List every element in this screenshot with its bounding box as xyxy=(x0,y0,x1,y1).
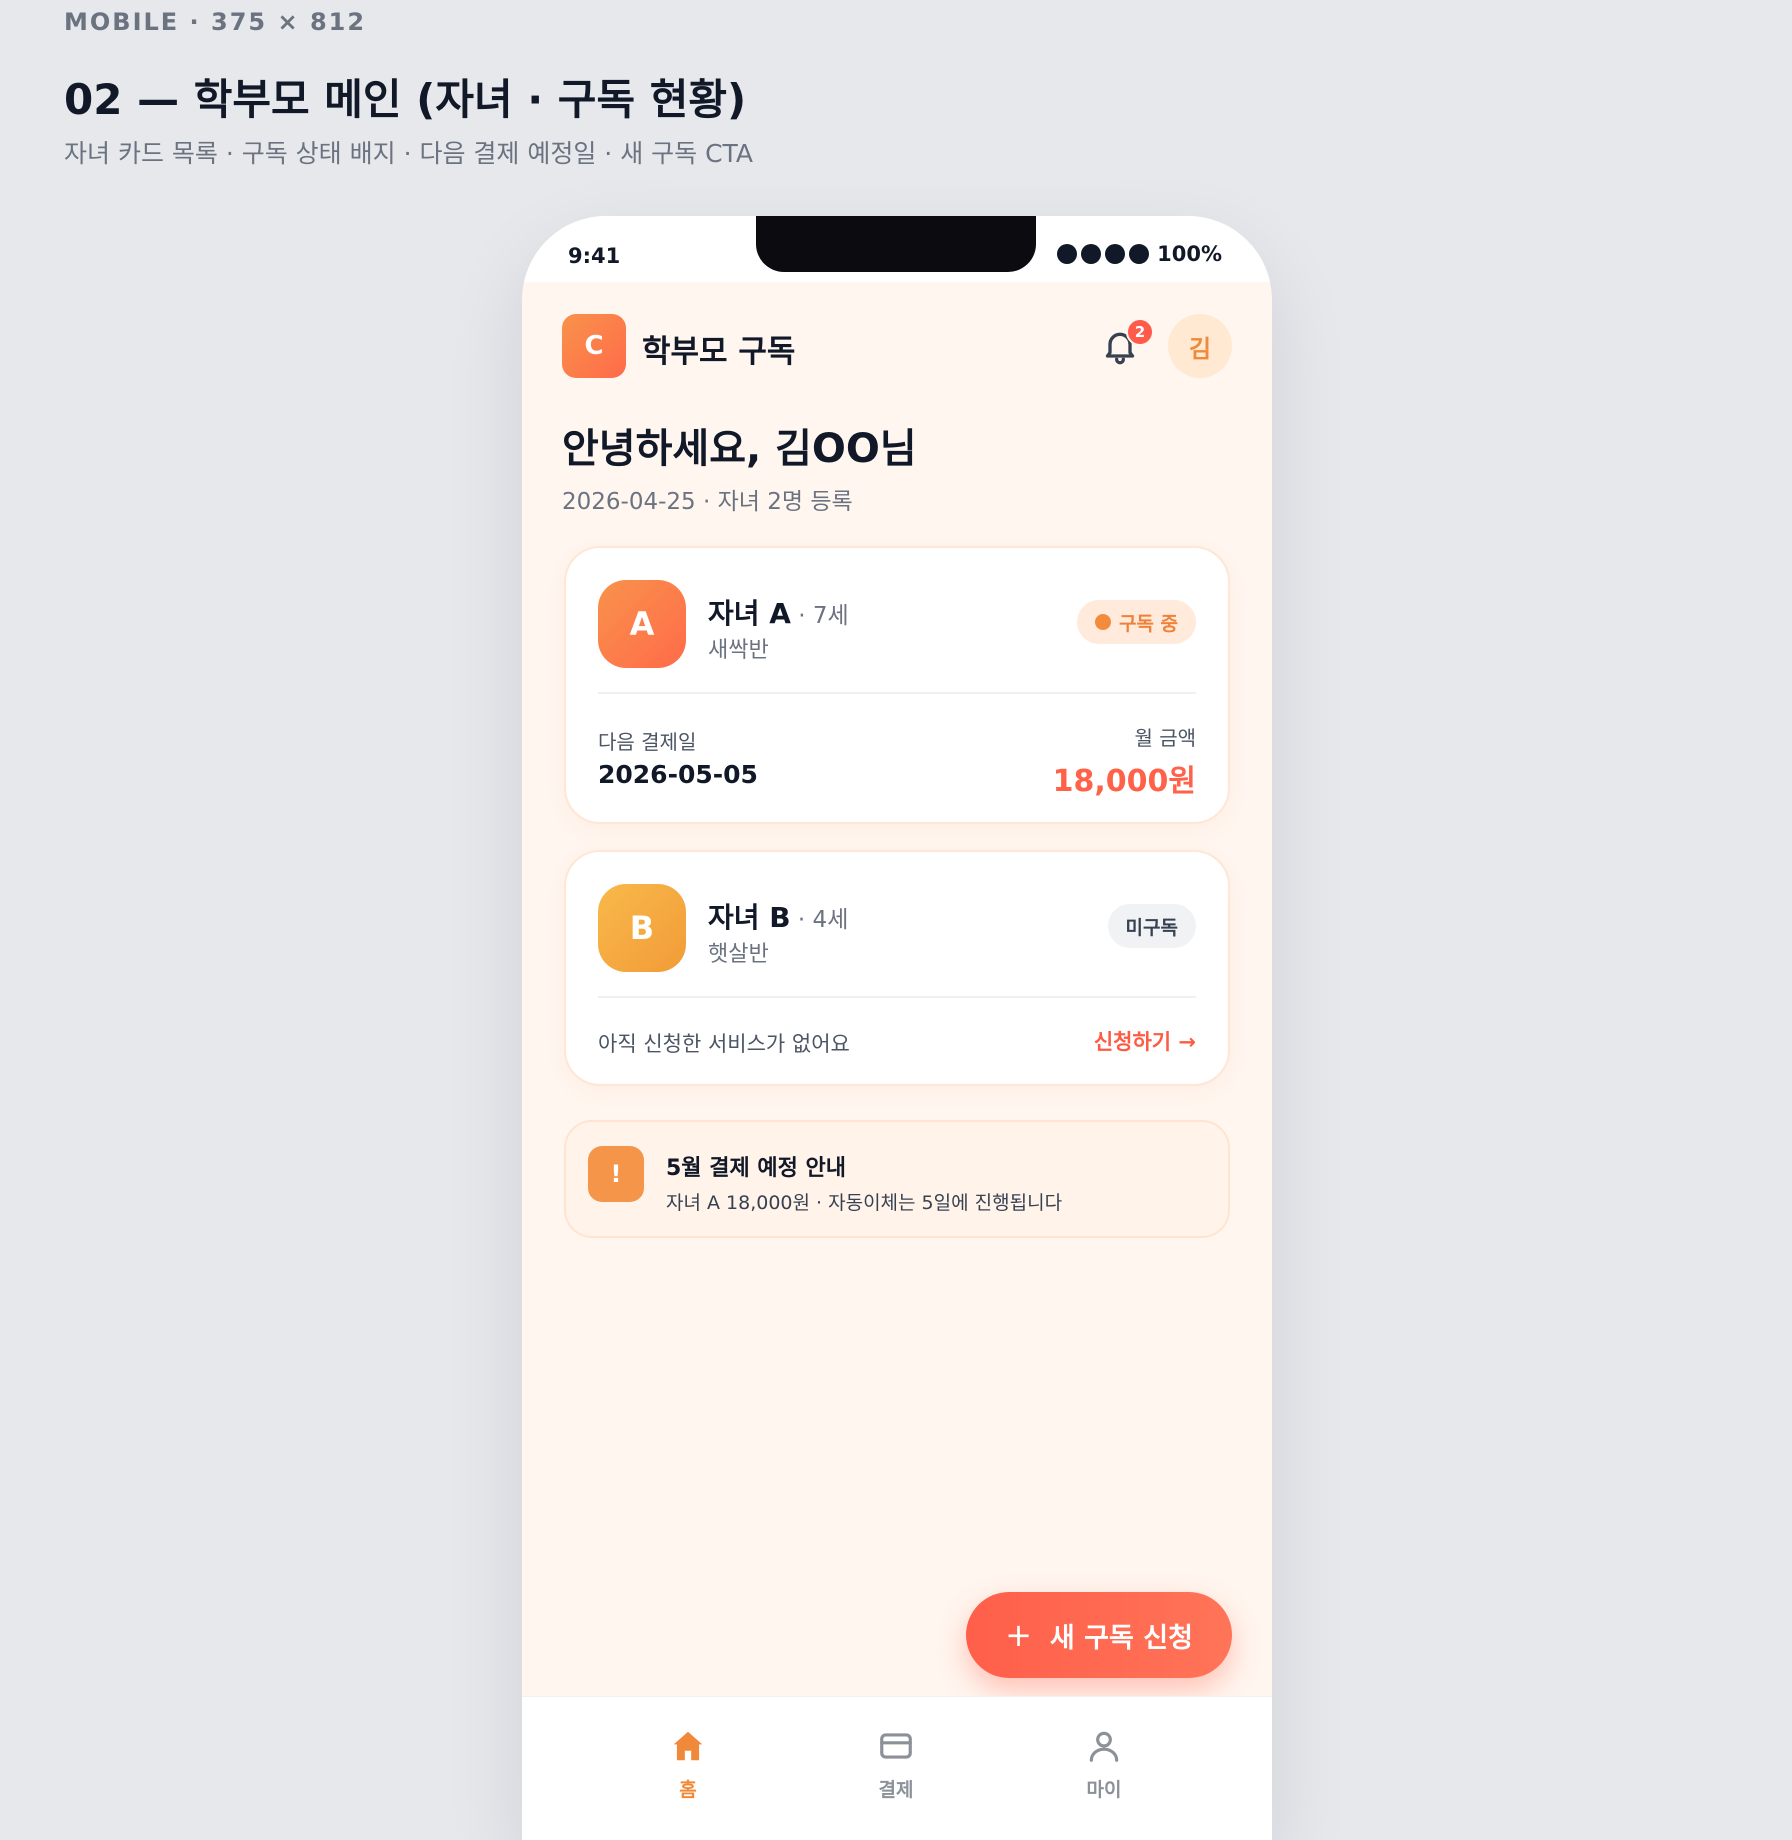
status-bar: 9:41 100% xyxy=(522,216,1272,282)
status-indicators: 100% xyxy=(1057,242,1222,266)
empty-subscription-text: 아직 신청한 서비스가 없어요 xyxy=(598,1032,850,1056)
monthly-amount-label: 월 금액 xyxy=(1134,726,1196,750)
status-badge: 구독 중 xyxy=(1076,600,1196,644)
spec-label: MOBILE · 375 × 812 xyxy=(64,8,367,36)
spec-title: 02 — 학부모 메인 (자녀 · 구독 현황) xyxy=(64,75,747,124)
notch xyxy=(756,216,1036,272)
child-class: 햇살반 xyxy=(708,942,769,967)
card-icon xyxy=(880,1733,912,1759)
new-subscription-label: 새 구독 신청 xyxy=(1049,1622,1193,1654)
signal-icon xyxy=(1105,244,1126,264)
card-divider xyxy=(598,692,1196,694)
signal-icon xyxy=(1129,244,1150,264)
nav-label: 홈 xyxy=(679,1779,697,1801)
monthly-amount: 18,000원 xyxy=(1052,764,1196,799)
user-icon xyxy=(1089,1731,1119,1762)
home-icon xyxy=(673,1731,703,1761)
plus-icon: + xyxy=(1005,1616,1032,1654)
bottom-nav: 홈 결제 마이 xyxy=(522,1696,1272,1840)
child-name-text: 자녀 A xyxy=(708,597,791,630)
apply-link[interactable]: 신청하기 → xyxy=(1094,1026,1196,1056)
status-dot-icon xyxy=(1094,614,1111,630)
new-subscription-button[interactable]: + 새 구독 신청 xyxy=(966,1592,1232,1678)
next-payment-label: 다음 결제일 xyxy=(598,730,697,754)
notification-badge: 2 xyxy=(1126,318,1154,346)
notice-title: 5월 결제 예정 안내 xyxy=(666,1156,846,1181)
nav-item-my[interactable]: 마이 xyxy=(1044,1727,1164,1802)
status-badge: 미구독 xyxy=(1107,904,1196,948)
payment-notice[interactable]: ! 5월 결제 예정 안내 자녀 A 18,000원 · 자동이체는 5일에 진… xyxy=(564,1120,1230,1238)
avatar[interactable]: 김 xyxy=(1168,314,1232,378)
status-time: 9:41 xyxy=(568,244,621,268)
child-name-text: 자녀 B xyxy=(708,901,791,934)
battery-level: 100% xyxy=(1157,242,1222,266)
child-avatar: A xyxy=(598,580,686,668)
next-payment-date: 2026-05-05 xyxy=(598,760,758,789)
nav-label: 결제 xyxy=(878,1779,914,1801)
nav-item-home[interactable]: 홈 xyxy=(628,1727,748,1802)
child-card-b[interactable]: B 자녀 B · 4세 햇살반 미구독 아직 신청한 서비스가 없어요 신청하기… xyxy=(564,850,1230,1086)
nav-label: 마이 xyxy=(1086,1779,1122,1801)
signal-icon xyxy=(1081,244,1102,264)
child-name: 자녀 B · 4세 xyxy=(708,896,848,936)
child-age: · 7세 xyxy=(790,603,849,629)
child-class: 새싹반 xyxy=(708,638,769,663)
app-header: C 학부모 구독 2 김 xyxy=(562,314,1232,378)
phone-frame: 9:41 100% C 학부모 구독 2 김 안녕하세요, 김OO님 2026-… xyxy=(522,216,1272,1840)
card-divider xyxy=(598,996,1196,998)
notice-text: 자녀 A 18,000원 · 자동이체는 5일에 진행됩니다 xyxy=(666,1192,1063,1214)
signal-icon xyxy=(1057,244,1078,264)
spec-subtitle: 자녀 카드 목록 · 구독 상태 배지 · 다음 결제 예정일 · 새 구독 C… xyxy=(64,139,753,168)
greeting-subtitle: 2026-04-25 · 자녀 2명 등록 xyxy=(562,489,853,515)
app-logo[interactable]: C xyxy=(562,314,626,378)
app-title: 학부모 구독 xyxy=(642,334,796,370)
child-card-a[interactable]: A 자녀 A · 7세 새싹반 구독 중 다음 결제일 2026-05-05 월… xyxy=(564,546,1230,824)
greeting-title: 안녕하세요, 김OO님 xyxy=(562,426,917,472)
status-badge-label: 구독 중 xyxy=(1118,612,1178,635)
child-age: · 4세 xyxy=(790,907,849,933)
child-name: 자녀 A · 7세 xyxy=(708,592,849,632)
alert-icon: ! xyxy=(588,1146,644,1202)
status-badge-label: 미구독 xyxy=(1125,916,1178,939)
child-avatar: B xyxy=(598,884,686,972)
nav-item-payment[interactable]: 결제 xyxy=(836,1727,956,1802)
